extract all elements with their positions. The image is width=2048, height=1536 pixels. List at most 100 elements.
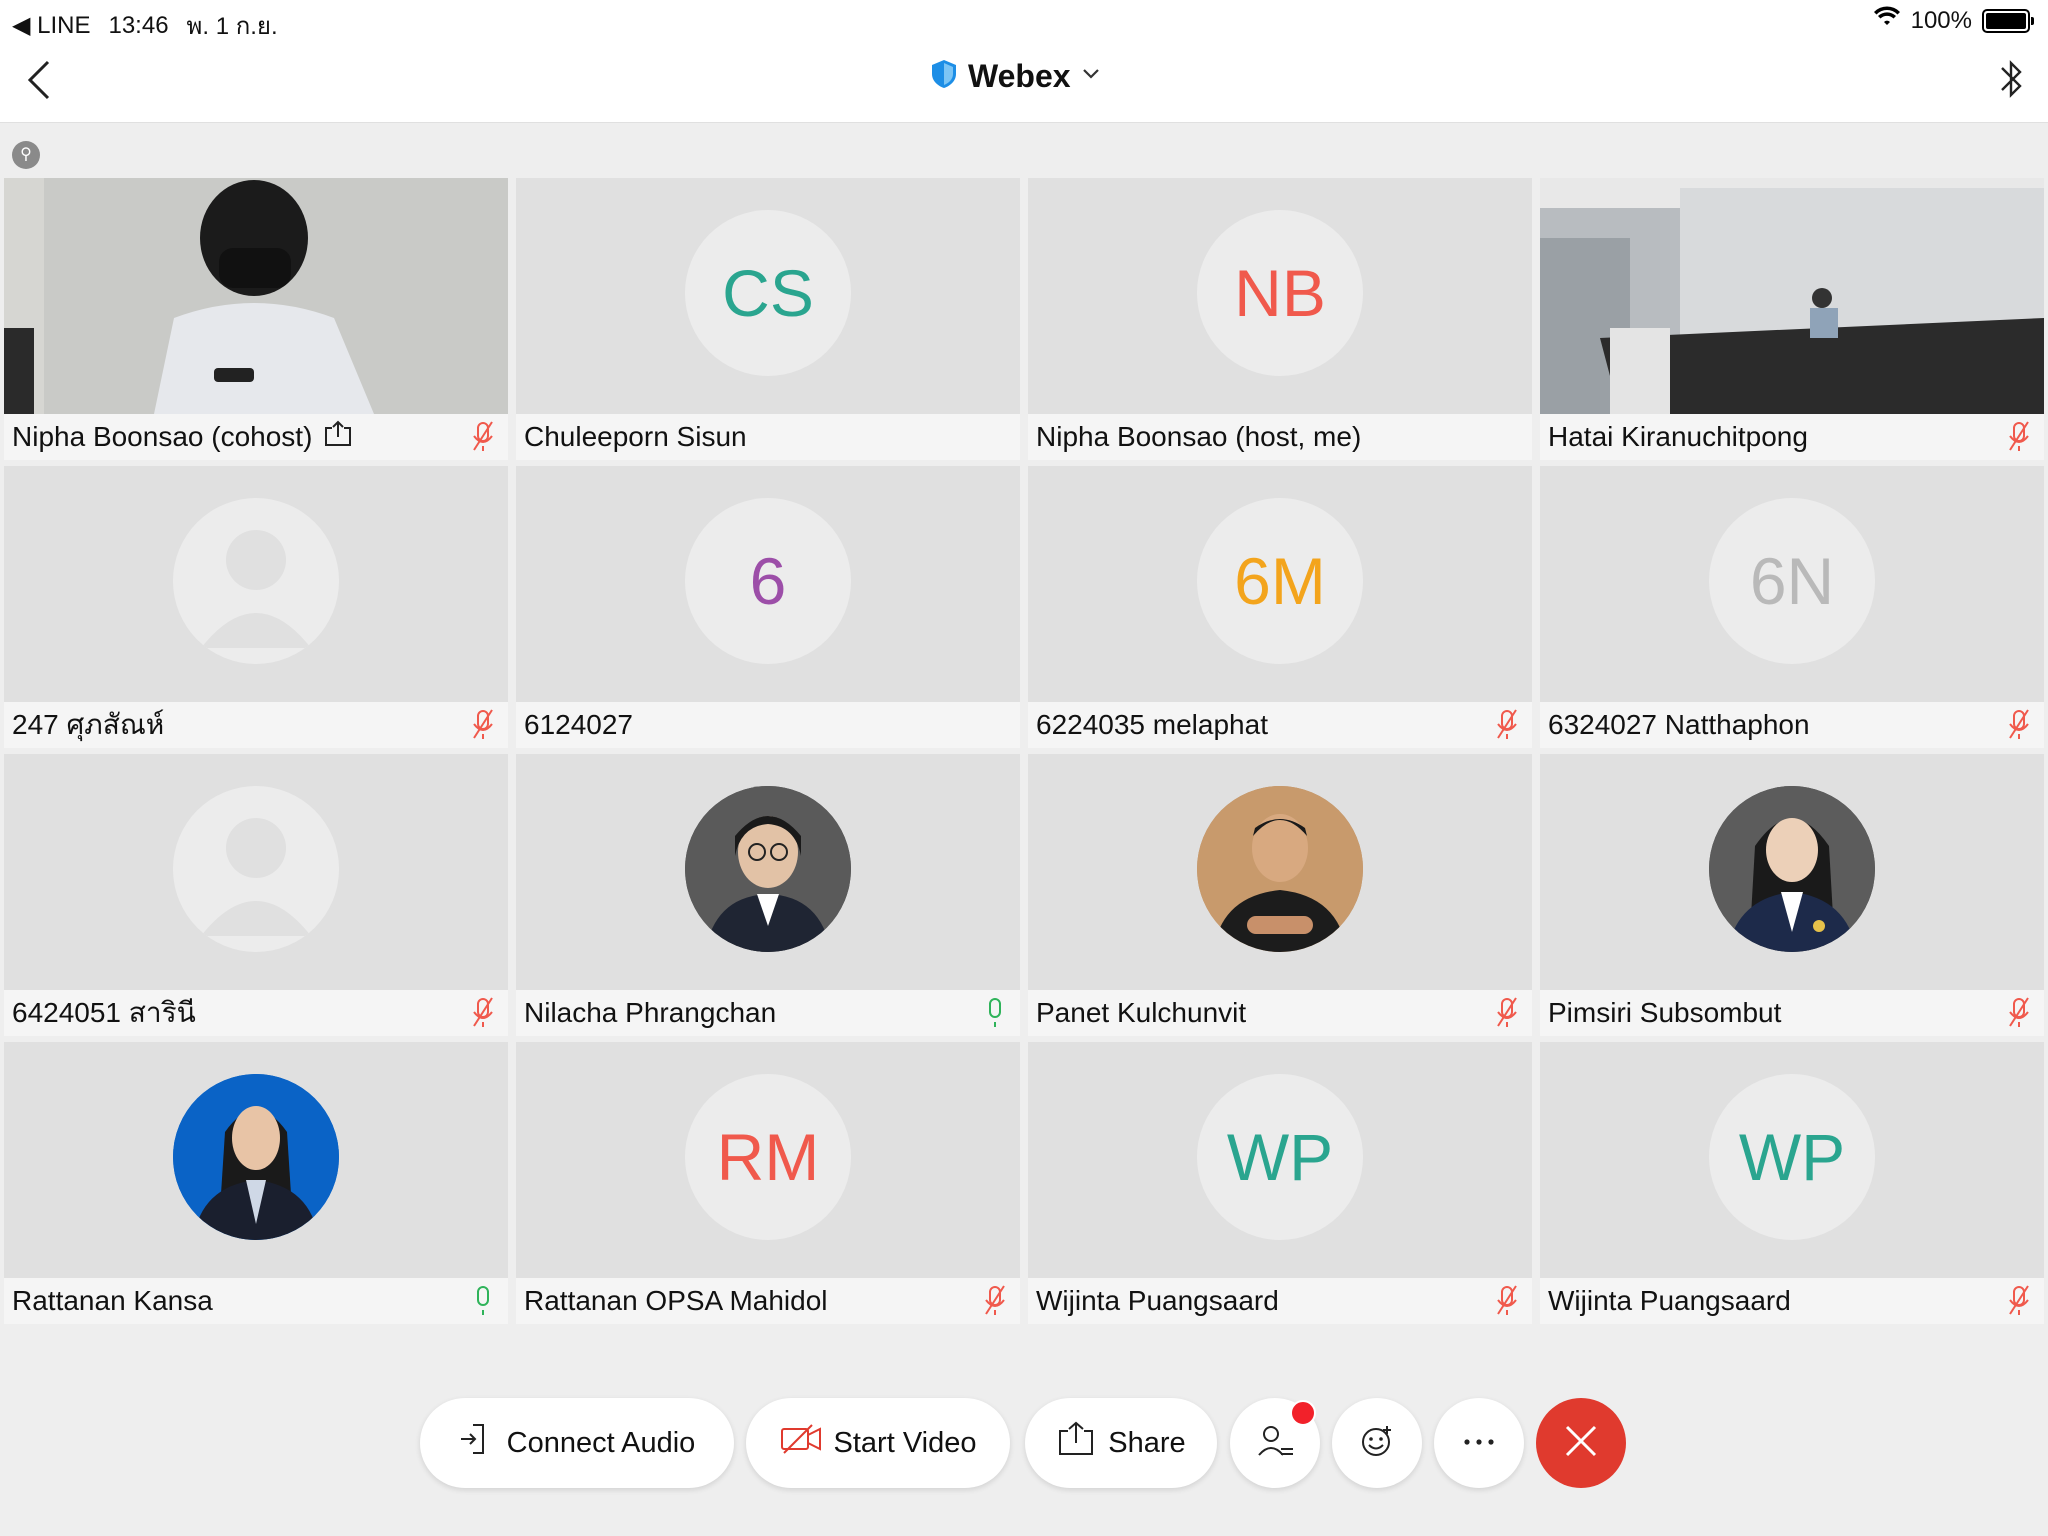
close-icon bbox=[1561, 1421, 1601, 1466]
participant-tile[interactable]: 6424051 สารินี bbox=[4, 754, 508, 1036]
participant-name: Chuleeporn Sisun bbox=[524, 421, 747, 452]
person-icon bbox=[201, 530, 311, 648]
participant-name: Rattanan OPSA Mahidol bbox=[524, 1285, 828, 1316]
participant-name-bar: 6124027 bbox=[516, 702, 1020, 748]
participant-name: Nipha Boonsao (host, me) bbox=[1036, 421, 1362, 452]
video-feed bbox=[1540, 178, 2044, 414]
participant-name-bar: Panet Kulchunvit bbox=[1028, 990, 1532, 1036]
back-button[interactable] bbox=[20, 56, 60, 104]
participant-tile[interactable]: RM Rattanan OPSA Mahidol bbox=[516, 1042, 1020, 1324]
participant-tile[interactable]: Hatai Kiranuchitpong bbox=[1540, 178, 2044, 460]
muted-mic-icon bbox=[1497, 1285, 1517, 1315]
ellipsis-icon bbox=[1461, 1434, 1497, 1452]
video-feed bbox=[4, 178, 508, 414]
participant-name-bar: Chuleeporn Sisun bbox=[516, 414, 1020, 460]
avatar-initials: WP bbox=[1226, 1120, 1334, 1194]
avatar: CS bbox=[685, 210, 851, 376]
avatar: WP bbox=[1709, 1074, 1875, 1240]
participant-tile[interactable]: NB Nipha Boonsao (host, me) bbox=[1028, 178, 1532, 460]
avatar-photo bbox=[173, 1074, 339, 1240]
muted-mic-icon bbox=[2009, 997, 2029, 1027]
participant-name-bar: Nipha Boonsao (cohost) bbox=[4, 414, 508, 460]
mic-on-icon bbox=[989, 998, 1001, 1027]
participant-name: Hatai Kiranuchitpong bbox=[1548, 421, 1808, 452]
end-call-button[interactable] bbox=[1536, 1398, 1626, 1488]
participant-grid: Nipha Boonsao (cohost) CS Chuleeporn Sis… bbox=[4, 178, 2044, 1324]
person-icon bbox=[201, 818, 311, 936]
participant-name: 6124027 bbox=[524, 709, 634, 740]
participant-tile[interactable]: 6N 6324027 Natthaphon bbox=[1540, 466, 2044, 748]
participant-tile[interactable]: WP Wijinta Puangsaard bbox=[1540, 1042, 2044, 1324]
muted-mic-icon bbox=[985, 1285, 1005, 1315]
avatar bbox=[173, 498, 339, 664]
avatar: NB bbox=[1197, 210, 1363, 376]
muted-mic-icon bbox=[2009, 709, 2029, 739]
muted-mic-icon bbox=[473, 997, 493, 1027]
participant-name: Panet Kulchunvit bbox=[1036, 997, 1247, 1028]
participant-name-bar: 6224035 melaphat bbox=[1028, 702, 1532, 748]
avatar-initials: RM bbox=[716, 1120, 820, 1194]
status-time: 13:46 bbox=[108, 11, 169, 39]
participant-name: Nipha Boonsao (cohost) bbox=[12, 421, 313, 452]
reactions-button[interactable] bbox=[1332, 1398, 1422, 1488]
avatar-initials: 6 bbox=[749, 544, 787, 618]
participant-name-bar: 247 ศุภสัณห์ bbox=[4, 702, 508, 748]
start-video-label: Start Video bbox=[833, 1426, 977, 1459]
avatar-initials: NB bbox=[1234, 256, 1326, 330]
emoji-icon bbox=[1359, 1423, 1395, 1464]
bluetooth-icon[interactable] bbox=[1996, 54, 2026, 109]
share-button[interactable]: Share bbox=[1025, 1398, 1217, 1488]
avatar-photo bbox=[685, 786, 851, 952]
participants-button[interactable] bbox=[1230, 1398, 1320, 1488]
meeting-title-menu[interactable]: Webex bbox=[930, 58, 1101, 95]
participant-tile[interactable]: 6 6124027 bbox=[516, 466, 1020, 748]
participant-name-bar: Wijinta Puangsaard bbox=[1540, 1278, 2044, 1324]
participants-icon bbox=[1255, 1423, 1295, 1464]
avatar bbox=[173, 786, 339, 952]
avatar: WP bbox=[1197, 1074, 1363, 1240]
avatar-photo bbox=[1709, 786, 1875, 952]
participant-name-bar: Nilacha Phrangchan bbox=[516, 990, 1020, 1036]
status-bar: ◀ LINE 13:46 พ. 1 ก.ย. 100% bbox=[0, 0, 2048, 40]
muted-mic-icon bbox=[1497, 997, 1517, 1027]
avatar: 6N bbox=[1709, 498, 1875, 664]
participant-name: 247 ศุภสัณห์ bbox=[12, 709, 165, 740]
participant-name-bar: Rattanan OPSA Mahidol bbox=[516, 1278, 1020, 1324]
participant-name: 6224035 melaphat bbox=[1036, 709, 1268, 740]
participant-tile[interactable]: WP Wijinta Puangsaard bbox=[1028, 1042, 1532, 1324]
share-icon bbox=[322, 420, 354, 455]
participant-name: Pimsiri Subsombut bbox=[1548, 997, 1782, 1028]
participant-tile[interactable]: 247 ศุภสัณห์ bbox=[4, 466, 508, 748]
share-icon bbox=[1056, 1421, 1096, 1465]
start-video-button[interactable]: Start Video bbox=[746, 1398, 1010, 1488]
connect-audio-button[interactable]: Connect Audio bbox=[420, 1398, 734, 1488]
muted-mic-icon bbox=[2009, 1285, 2029, 1315]
participant-name-bar: Nipha Boonsao (host, me) bbox=[1028, 414, 1532, 460]
muted-mic-icon bbox=[2009, 421, 2029, 451]
participant-tile[interactable]: Nilacha Phrangchan bbox=[516, 754, 1020, 1036]
participant-tile[interactable]: 6M 6224035 melaphat bbox=[1028, 466, 1532, 748]
participant-name: Wijinta Puangsaard bbox=[1548, 1285, 1791, 1316]
share-label: Share bbox=[1108, 1426, 1186, 1459]
muted-mic-icon bbox=[473, 421, 493, 451]
connect-audio-icon bbox=[459, 1419, 495, 1467]
page-title: Webex bbox=[968, 58, 1071, 94]
participant-name-bar: 6324027 Natthaphon bbox=[1540, 702, 2044, 748]
participant-name: 6324027 Natthaphon bbox=[1548, 709, 1810, 740]
notification-badge bbox=[1290, 1400, 1316, 1426]
participant-tile[interactable]: Rattanan Kansa bbox=[4, 1042, 508, 1324]
participant-name-bar: Wijinta Puangsaard bbox=[1028, 1278, 1532, 1324]
avatar-photo bbox=[1197, 786, 1363, 952]
participant-name-bar: Hatai Kiranuchitpong bbox=[1540, 414, 2044, 460]
avatar-initials: WP bbox=[1738, 1120, 1846, 1194]
back-to-app-link[interactable]: ◀ LINE bbox=[12, 11, 90, 40]
participant-name: 6424051 สารินี bbox=[12, 997, 196, 1028]
lock-icon[interactable]: ⚲ bbox=[12, 141, 40, 169]
connect-audio-label: Connect Audio bbox=[506, 1426, 696, 1459]
participant-tile[interactable]: Panet Kulchunvit bbox=[1028, 754, 1532, 1036]
video-off-icon bbox=[780, 1423, 822, 1463]
more-options-button[interactable] bbox=[1434, 1398, 1524, 1488]
participant-tile[interactable]: Nipha Boonsao (cohost) bbox=[4, 178, 508, 460]
participant-tile[interactable]: CS Chuleeporn Sisun bbox=[516, 178, 1020, 460]
participant-tile[interactable]: Pimsiri Subsombut bbox=[1540, 754, 2044, 1036]
